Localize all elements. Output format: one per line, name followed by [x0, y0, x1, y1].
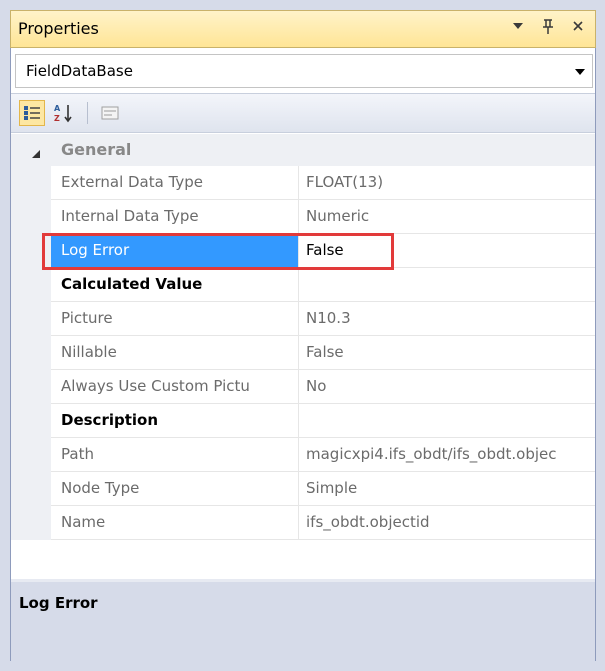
property-value[interactable]: [300, 404, 595, 437]
description-title: Log Error: [19, 594, 98, 612]
property-name: Internal Data Type: [51, 200, 299, 233]
property-name: Log Error: [51, 234, 299, 267]
properties-panel: FieldDataBase A Z General External Data …: [10, 48, 596, 661]
property-name: Path: [51, 438, 299, 471]
description-pane: Log Error: [11, 579, 595, 661]
property-value[interactable]: Simple: [300, 472, 595, 505]
object-selector-dropdown[interactable]: FieldDataBase: [15, 54, 593, 88]
property-name: Node Type: [51, 472, 299, 505]
close-icon[interactable]: [569, 19, 587, 40]
property-row[interactable]: Nillable False: [51, 336, 595, 370]
category-row-general[interactable]: General: [11, 134, 595, 166]
window-bottom-border: [0, 661, 605, 671]
property-row[interactable]: Always Use Custom Pictu No: [51, 370, 595, 404]
property-name: Always Use Custom Pictu: [51, 370, 299, 403]
property-row[interactable]: Calculated Value: [51, 268, 595, 302]
property-pages-icon[interactable]: [97, 100, 123, 126]
pin-icon[interactable]: [539, 19, 557, 40]
chevron-down-icon[interactable]: [574, 64, 586, 78]
categorized-icon[interactable]: [19, 100, 45, 126]
property-row-selected[interactable]: Log Error False: [51, 234, 595, 268]
property-name: Description: [51, 404, 299, 437]
grid-gutter: [11, 134, 51, 540]
dropdown-menu-icon[interactable]: [509, 19, 527, 40]
property-row[interactable]: External Data Type FLOAT(13): [51, 166, 595, 200]
property-name: Name: [51, 506, 299, 539]
object-selector-value: FieldDataBase: [26, 62, 133, 80]
property-value[interactable]: Numeric: [300, 200, 595, 233]
property-value[interactable]: FLOAT(13): [300, 166, 595, 199]
property-name: External Data Type: [51, 166, 299, 199]
property-name: Nillable: [51, 336, 299, 369]
property-row[interactable]: Path magicxpi4.ifs_obdt/ifs_obdt.objec: [51, 438, 595, 472]
svg-text:A: A: [54, 104, 61, 113]
property-value[interactable]: ifs_obdt.objectid: [300, 506, 595, 539]
toolbar-separator: [87, 102, 88, 124]
property-row[interactable]: Picture N10.3: [51, 302, 595, 336]
property-value[interactable]: magicxpi4.ifs_obdt/ifs_obdt.objec: [300, 438, 595, 471]
collapse-triangle-icon[interactable]: [31, 145, 41, 163]
property-value[interactable]: False: [300, 336, 595, 369]
properties-window: Properties FieldDataBase A Z General Ext…: [0, 0, 605, 671]
property-row[interactable]: Node Type Simple: [51, 472, 595, 506]
property-row[interactable]: Internal Data Type Numeric: [51, 200, 595, 234]
window-title: Properties: [18, 19, 99, 38]
property-name: Picture: [51, 302, 299, 335]
property-row[interactable]: Description: [51, 404, 595, 438]
title-bar[interactable]: Properties: [10, 10, 596, 48]
category-label: General: [61, 140, 132, 159]
svg-text:Z: Z: [54, 114, 60, 123]
property-value[interactable]: [300, 268, 595, 301]
property-value[interactable]: N10.3: [300, 302, 595, 335]
property-grid: General External Data Type FLOAT(13) Int…: [11, 134, 595, 574]
property-value[interactable]: No: [300, 370, 595, 403]
properties-toolbar: A Z: [11, 93, 595, 133]
property-row[interactable]: Name ifs_obdt.objectid: [51, 506, 595, 540]
property-value[interactable]: False: [300, 234, 595, 267]
property-name: Calculated Value: [51, 268, 299, 301]
alphabetical-sort-icon[interactable]: A Z: [51, 100, 77, 126]
